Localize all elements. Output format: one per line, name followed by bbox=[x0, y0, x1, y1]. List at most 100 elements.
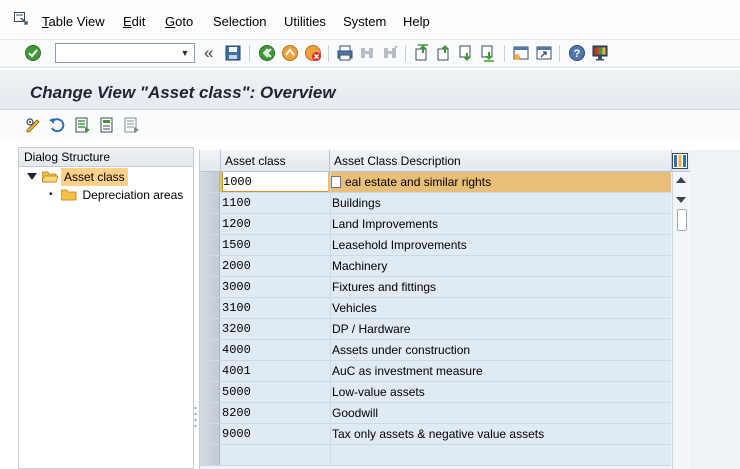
table-row[interactable]: 3000 Fixtures and fittings bbox=[200, 277, 671, 298]
row-selector[interactable] bbox=[200, 319, 220, 339]
print-icon[interactable] bbox=[336, 44, 354, 62]
scroll-down-icon[interactable] bbox=[676, 197, 686, 203]
table-row[interactable] bbox=[200, 445, 671, 466]
column-header-description[interactable]: Asset Class Description bbox=[330, 150, 672, 172]
delete-icon[interactable] bbox=[122, 116, 140, 134]
undo-icon[interactable] bbox=[48, 116, 66, 134]
generate-shortcut-icon[interactable] bbox=[535, 44, 553, 62]
description-cell[interactable]: Vehicles bbox=[330, 298, 671, 318]
row-selector[interactable] bbox=[200, 424, 220, 444]
tree-label: Depreciation areas bbox=[82, 188, 184, 202]
help-icon[interactable]: ? bbox=[568, 44, 586, 62]
row-selector[interactable] bbox=[200, 403, 220, 423]
row-selector[interactable] bbox=[200, 193, 220, 213]
menu-table-view[interactable]: Table View bbox=[42, 14, 105, 29]
table-row[interactable]: 3100 Vehicles bbox=[200, 298, 671, 319]
asset-class-cell[interactable]: 2000 bbox=[222, 256, 328, 276]
cancel-icon[interactable] bbox=[304, 44, 322, 62]
row-selector[interactable] bbox=[200, 214, 220, 234]
row-selector[interactable] bbox=[200, 340, 220, 360]
scroll-thumb[interactable] bbox=[677, 209, 687, 231]
new-entries-icon[interactable] bbox=[73, 116, 91, 134]
description-cell[interactable]: Machinery bbox=[330, 256, 671, 276]
table-row[interactable]: 4000 Assets under construction bbox=[200, 340, 671, 361]
description-cell[interactable]: Low-value assets bbox=[330, 382, 671, 402]
save-icon[interactable] bbox=[224, 44, 242, 62]
menu-system[interactable]: System bbox=[343, 14, 386, 29]
asset-class-cell[interactable]: 1100 bbox=[222, 193, 328, 213]
panel-splitter-handle[interactable] bbox=[194, 405, 197, 431]
description-cell[interactable]: Land Improvements bbox=[330, 214, 671, 234]
previous-page-icon[interactable] bbox=[435, 44, 453, 62]
description-cell[interactable]: eal estate and similar rights bbox=[330, 172, 671, 192]
row-selector[interactable] bbox=[200, 277, 220, 297]
table-row[interactable]: 1100 Buildings bbox=[200, 193, 671, 214]
value-help-icon[interactable] bbox=[331, 176, 341, 188]
enter-icon[interactable] bbox=[24, 44, 42, 62]
scroll-up-icon[interactable] bbox=[676, 177, 686, 183]
table-row[interactable]: 3200 DP / Hardware bbox=[200, 319, 671, 340]
menu-selection[interactable]: Selection bbox=[213, 14, 266, 29]
asset-class-cell[interactable] bbox=[222, 445, 328, 465]
vertical-scrollbar[interactable] bbox=[672, 172, 690, 469]
column-header-asset-class[interactable]: Asset class bbox=[221, 150, 330, 172]
menu-utilities[interactable]: Utilities bbox=[284, 14, 326, 29]
menu-help[interactable]: Help bbox=[403, 14, 430, 29]
description-cell[interactable]: Buildings bbox=[330, 193, 671, 213]
table-settings-icon[interactable] bbox=[672, 153, 688, 169]
table-row[interactable]: 8200 Goodwill bbox=[200, 403, 671, 424]
row-selector[interactable] bbox=[200, 172, 220, 192]
table-row[interactable]: 1200 Land Improvements bbox=[200, 214, 671, 235]
row-selector[interactable] bbox=[200, 298, 220, 318]
asset-class-cell[interactable]: 5000 bbox=[222, 382, 328, 402]
expand-triangle-icon[interactable] bbox=[27, 173, 37, 181]
description-cell[interactable] bbox=[330, 445, 671, 465]
asset-class-cell[interactable]: 4000 bbox=[222, 340, 328, 360]
exit-icon[interactable] bbox=[281, 44, 299, 62]
menu-goto[interactable]: Goto bbox=[165, 14, 193, 29]
table-row[interactable]: 2000 Machinery bbox=[200, 256, 671, 277]
table-row[interactable]: 4001 AuC as investment measure bbox=[200, 361, 671, 382]
table-row[interactable]: 1000 eal estate and similar rights bbox=[200, 172, 671, 193]
tree-node-asset-class[interactable]: Asset class bbox=[27, 168, 128, 186]
back-icon[interactable] bbox=[258, 44, 276, 62]
row-selector[interactable] bbox=[200, 382, 220, 402]
asset-class-cell[interactable]: 3200 bbox=[222, 319, 328, 339]
asset-class-cell[interactable]: 8200 bbox=[222, 403, 328, 423]
row-selector[interactable] bbox=[200, 361, 220, 381]
asset-class-cell[interactable]: 1500 bbox=[222, 235, 328, 255]
tree-node-depreciation-areas[interactable]: • Depreciation areas bbox=[49, 186, 186, 204]
description-cell[interactable]: DP / Hardware bbox=[330, 319, 671, 339]
next-page-icon[interactable] bbox=[457, 44, 475, 62]
customize-layout-icon[interactable] bbox=[591, 44, 609, 62]
table-row[interactable]: 9000 Tax only assets & negative value ass… bbox=[200, 424, 671, 445]
last-page-icon[interactable] bbox=[479, 44, 497, 62]
first-page-icon[interactable] bbox=[413, 44, 431, 62]
copy-as-icon[interactable] bbox=[98, 116, 116, 134]
system-menu-icon[interactable] bbox=[14, 12, 28, 25]
description-cell[interactable]: Tax only assets & negative value assets bbox=[330, 424, 671, 444]
table-row[interactable]: 5000 Low-value assets bbox=[200, 382, 671, 403]
menu-edit[interactable]: Edit bbox=[123, 14, 145, 29]
asset-class-cell[interactable]: 4001 bbox=[222, 361, 328, 381]
collapse-command-field-icon[interactable]: « bbox=[204, 43, 213, 63]
display-change-icon[interactable] bbox=[25, 116, 43, 134]
command-field[interactable] bbox=[55, 43, 195, 63]
description-cell[interactable]: Leasehold Improvements bbox=[330, 235, 671, 255]
row-selector[interactable] bbox=[200, 445, 220, 465]
row-selector[interactable] bbox=[200, 235, 220, 255]
asset-class-cell[interactable]: 9000 bbox=[222, 424, 328, 444]
table-row[interactable]: 1500 Leasehold Improvements bbox=[200, 235, 671, 256]
asset-class-cell[interactable]: 1000 bbox=[222, 172, 328, 192]
description-cell[interactable]: Fixtures and fittings bbox=[330, 277, 671, 297]
select-all-header[interactable] bbox=[200, 150, 221, 172]
asset-class-cell[interactable]: 3000 bbox=[222, 277, 328, 297]
description-cell[interactable]: Goodwill bbox=[330, 403, 671, 423]
description-cell[interactable]: AuC as investment measure bbox=[330, 361, 671, 381]
create-session-icon[interactable] bbox=[512, 44, 530, 62]
asset-class-cell[interactable]: 1200 bbox=[222, 214, 328, 234]
row-selector[interactable] bbox=[200, 256, 220, 276]
description-cell[interactable]: Assets under construction bbox=[330, 340, 671, 360]
command-history-dropdown-icon[interactable]: ▼ bbox=[176, 44, 194, 62]
asset-class-cell[interactable]: 3100 bbox=[222, 298, 328, 318]
